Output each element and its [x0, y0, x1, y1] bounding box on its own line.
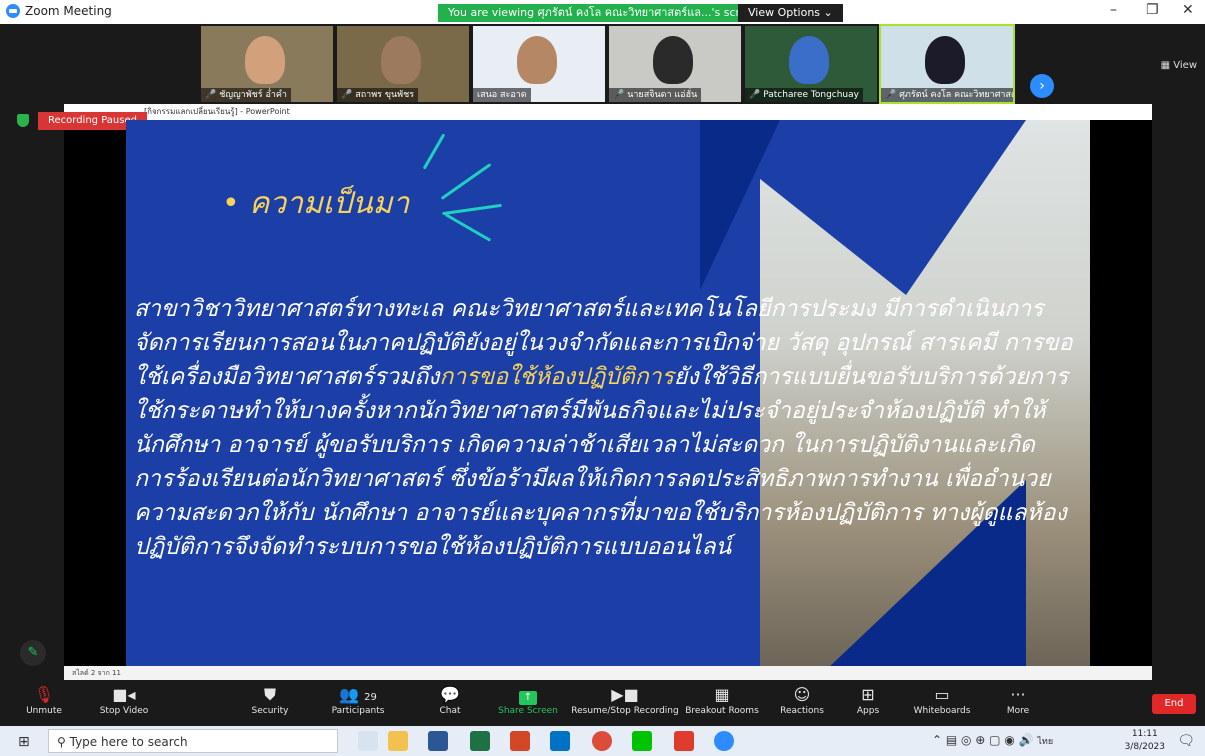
title-bar: Zoom Meeting You are viewing ศุภรัตน์ คง…: [0, 0, 1205, 24]
more-button[interactable]: ··· More: [978, 684, 1058, 716]
word-icon[interactable]: [428, 731, 448, 751]
apps-icon: ⊞: [861, 685, 875, 704]
participant-name: สถาพร ขุนพัชร: [355, 90, 415, 100]
zoom-taskbar-icon[interactable]: [714, 731, 734, 751]
security-button[interactable]: ⛊ Security: [230, 684, 310, 716]
participant-name: เสนอ สะอาด: [477, 90, 527, 100]
slide-counter: สไลด์ 2 จาก 11: [72, 669, 121, 677]
view-button[interactable]: ▦ View: [1161, 60, 1197, 71]
view-options-button[interactable]: View Options ⌄: [738, 4, 843, 22]
restore-icon[interactable]: ❐: [1146, 2, 1159, 18]
share-viewing-banner: You are viewing ศุภรัตน์ คงโล คณะวิทยาศา…: [438, 4, 771, 22]
windows-taskbar: ⊞ ⚲ Type here to search ⌃ ▤ ◎ ⊕ ▢ ◉ 🔊 ไท…: [0, 726, 1205, 756]
breakout-grid-icon: ▦: [714, 685, 730, 704]
muted-mic-icon: 🎤: [205, 90, 217, 100]
language-indicator: ไทย: [1037, 737, 1054, 747]
muted-mic-icon: 🎤: [341, 90, 353, 100]
taskbar-clock[interactable]: 11:11 3/8/2023: [1125, 728, 1165, 754]
file-explorer-icon[interactable]: [388, 731, 408, 751]
arrow-icon: [444, 213, 492, 242]
participant-tile[interactable]: 🎤 สถาพร ขุนพัชร: [337, 26, 469, 102]
next-page-icon[interactable]: ›: [1030, 74, 1054, 98]
ppt-title-bar: [กิจกรรมแลกเปลี่ยนเรียนรู้] - PowerPoint: [64, 104, 1152, 120]
presentation-slide: • ความเป็นมา สาขาวิชาวิทยาศาสตร์ทางทะเล …: [126, 120, 1090, 666]
shield-icon: ⛊: [263, 685, 276, 704]
taskbar-search-input[interactable]: ⚲ Type here to search: [48, 729, 338, 753]
arrow-icon: [442, 203, 502, 216]
meeting-toolbar: 🎙 Unmute ■◂ Stop Video ⛊ Security 👥 29 Parti…: [0, 680, 1205, 726]
arrow-icon: [422, 133, 446, 170]
acrobat-icon[interactable]: [674, 731, 694, 751]
resume-stop-recording-button[interactable]: ▶■ Resume/Stop Recording: [568, 684, 682, 716]
stop-video-button[interactable]: ■◂ Stop Video: [84, 684, 164, 716]
participant-tile[interactable]: 🎤 Patcharee Tongchuay: [745, 26, 877, 102]
window-title: Zoom Meeting: [25, 4, 112, 18]
participant-tile[interactable]: 🎤 นายสจินดา แอ่ฮั่น: [609, 26, 741, 102]
chat-button[interactable]: 💬 Chat: [410, 684, 490, 716]
participant-tile[interactable]: เสนอ สะอาด: [473, 26, 605, 102]
participant-video: [517, 36, 557, 84]
participants-count: 29: [364, 692, 377, 703]
share-screen-button[interactable]: ↑ Share Screen: [488, 684, 568, 716]
annotate-pen-icon[interactable]: ✎: [20, 640, 46, 666]
breakout-rooms-button[interactable]: ▦ Breakout Rooms: [682, 684, 762, 716]
excel-icon[interactable]: [470, 731, 490, 751]
share-arrow-icon: ↑: [519, 691, 537, 705]
chrome-icon[interactable]: [592, 731, 612, 751]
muted-mic-icon: 🎤: [613, 90, 625, 100]
slide-highlight: การขอใช้ห้องปฏิบัติการ: [439, 364, 674, 390]
unmute-button[interactable]: 🎙 Unmute: [4, 684, 84, 716]
chat-bubble-icon: 💬: [440, 685, 460, 704]
participant-tile[interactable]: 🎤 ชัญญาพัชร์ อ่ำคำ: [201, 26, 333, 102]
zoom-logo-icon: [6, 4, 20, 18]
participant-strip: 🎤 ชัญญาพัชร์ อ่ำคำ 🎤 สถาพร ขุนพัชร เสนอ สะ…: [0, 24, 1205, 104]
participant-video: [381, 36, 421, 84]
participant-name: ชัญญาพัชร์ อ่ำคำ: [219, 90, 287, 100]
slide-body: สาขาวิชาวิทยาศาสตร์ทางทะเล คณะวิทยาศาสตร…: [134, 296, 1073, 560]
minimize-icon[interactable]: –: [1110, 2, 1117, 18]
muted-mic-icon: 🎤: [885, 90, 897, 100]
participant-video: [925, 36, 965, 84]
close-icon[interactable]: ✕: [1182, 2, 1194, 18]
whiteboard-icon: ▭: [934, 685, 950, 704]
video-camera-icon: ■◂: [112, 685, 136, 704]
participant-video: [653, 36, 693, 84]
apps-button[interactable]: ⊞ Apps: [828, 684, 908, 716]
participants-icon: 👥 29: [339, 685, 377, 704]
slide-heading: • ความเป็นมา: [222, 186, 410, 221]
participant-video: [245, 36, 285, 84]
participant-name: Patcharee Tongchuay: [763, 90, 859, 100]
participants-button[interactable]: 👥 29 Participants: [318, 684, 398, 716]
ppt-status-bar: สไลด์ 2 จาก 11: [64, 666, 1152, 680]
whiteboards-button[interactable]: ▭ Whiteboards: [902, 684, 982, 716]
participant-video: [789, 36, 829, 84]
line-icon[interactable]: [632, 731, 652, 751]
participant-name: นายสจินดา แอ่ฮั่น: [627, 90, 698, 100]
muted-mic-icon: 🎤: [749, 90, 761, 100]
arrow-icon: [440, 163, 492, 200]
security-shield-icon: [17, 114, 29, 127]
windows-start-icon[interactable]: ⊞: [18, 734, 30, 750]
app-title: Zoom Meeting: [6, 4, 112, 18]
powerpoint-icon[interactable]: [510, 731, 530, 751]
participant-tile-active[interactable]: 🎤 ศุภรัตน์ คงโล คณะวิทยาศาสต...: [879, 24, 1015, 104]
mic-muted-icon: 🎙: [33, 685, 55, 704]
notification-icon[interactable]: 🗨: [1177, 733, 1195, 749]
system-tray[interactable]: ⌃ ▤ ◎ ⊕ ▢ ◉ 🔊 ไทย: [932, 733, 1053, 748]
pause-stop-icon: ▶■: [611, 685, 639, 704]
task-view-icon[interactable]: [358, 731, 378, 751]
end-meeting-button[interactable]: End: [1152, 694, 1196, 714]
outlook-icon[interactable]: [550, 731, 570, 751]
participant-name: ศุภรัตน์ คงโล คณะวิทยาศาสต...: [899, 90, 1013, 100]
ellipsis-icon: ···: [1010, 685, 1026, 704]
